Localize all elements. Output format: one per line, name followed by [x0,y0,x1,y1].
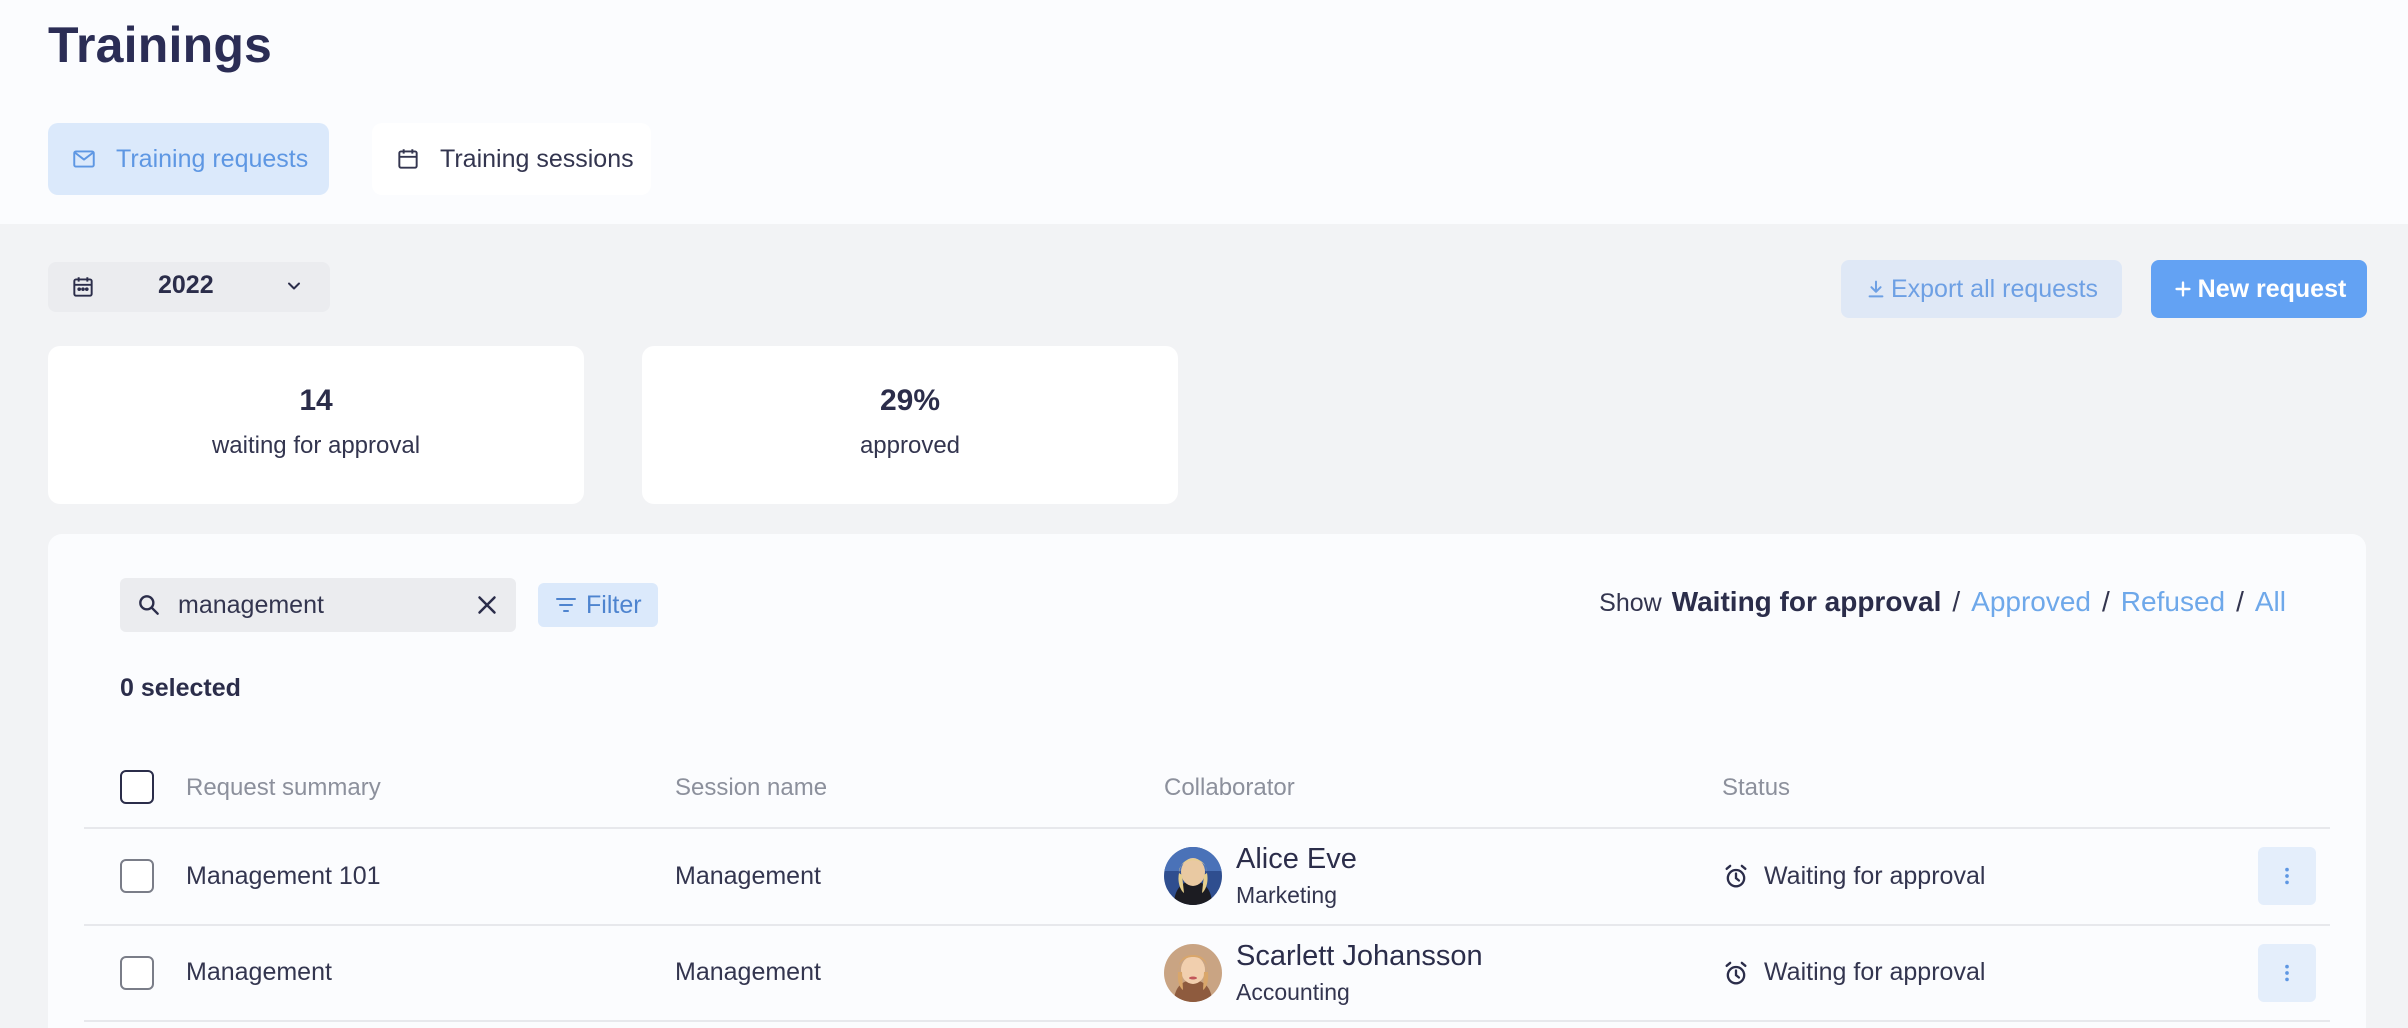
chevron-down-icon [288,282,300,290]
stat-label: approved [859,432,961,459]
plus-icon [2175,281,2191,297]
tab-label: Training sessions [440,144,634,173]
stat-value: 29% [879,384,941,417]
request-summary[interactable]: Management 101 [186,862,381,891]
tab-label: Training requests [116,144,309,173]
more-vertical-icon [2285,867,2289,885]
search-input[interactable] [178,586,468,624]
row-checkbox[interactable] [120,956,154,990]
column-header-request-summary[interactable]: Request summary [186,774,381,802]
alarm-clock-icon [1725,864,1747,888]
stat-card-approved: 29% approved [642,346,1178,504]
divider [84,1020,2330,1022]
page-title: Trainings [48,17,273,73]
status-text: Waiting for approval [1764,862,1986,890]
collaborator-name: Scarlett Johansson [1236,940,1483,972]
search-icon [139,595,159,615]
divider [84,827,2330,829]
year-value: 2022 [158,271,214,299]
calendar-icon [394,145,422,173]
stat-label: waiting for approval [211,432,421,459]
alarm-clock-icon [1725,961,1747,985]
search-box [120,578,516,632]
stat-card-waiting: 14 waiting for approval [48,346,584,504]
show-option-approved[interactable]: Approved [1971,586,2091,618]
new-request-label: New request [2197,274,2347,303]
select-all-checkbox[interactable] [120,770,154,804]
session-name: Management [675,862,821,890]
filter-icon [556,598,576,612]
row-actions-button[interactable] [2258,944,2316,1002]
column-header-collaborator[interactable]: Collaborator [1164,774,1295,802]
status-view-switcher: Show Waiting for approval / Approved / R… [1599,586,2286,618]
show-option-all[interactable]: All [2255,586,2286,618]
new-request-button[interactable]: New request [2151,260,2367,318]
collaborator-name: Alice Eve [1236,843,1357,875]
year-select[interactable]: 2022 [48,262,330,312]
filter-button[interactable]: Filter [538,583,658,627]
show-option-refused[interactable]: Refused [2121,586,2225,618]
avatar [1164,847,1222,905]
mail-icon [70,145,98,173]
more-vertical-icon [2285,964,2289,982]
collaborator-department: Marketing [1236,882,1337,908]
session-name: Management [675,958,821,986]
export-all-requests-button[interactable]: Export all requests [1841,260,2122,318]
column-header-status[interactable]: Status [1722,774,1790,802]
calendar-icon [73,277,93,297]
selected-count: 0 selected [120,674,241,702]
avatar [1164,944,1222,1002]
show-label: Show [1599,589,1662,617]
download-icon [1868,280,1884,298]
stat-value: 14 [299,384,333,417]
tab-training-requests[interactable]: Training requests [48,123,329,195]
column-header-session-name[interactable]: Session name [675,774,827,802]
page-header: Trainings Training requests Training ses… [0,0,2408,224]
collaborator-department: Accounting [1236,979,1350,1005]
row-checkbox[interactable] [120,859,154,893]
divider [84,924,2330,926]
request-summary[interactable]: Management [186,958,332,987]
status-text: Waiting for approval [1764,958,1986,986]
filter-label: Filter [586,590,642,619]
close-icon[interactable] [472,590,502,620]
export-label: Export all requests [1890,274,2099,303]
tab-training-sessions[interactable]: Training sessions [372,123,651,195]
row-actions-button[interactable] [2258,847,2316,905]
show-option-waiting[interactable]: Waiting for approval [1672,586,1942,618]
